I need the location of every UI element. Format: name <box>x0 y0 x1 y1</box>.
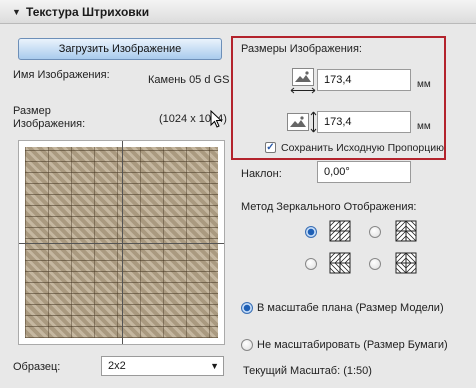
mirror-none-icon <box>329 220 351 242</box>
mirror-horizontal-icon <box>395 220 417 242</box>
mirror-vertical-icon <box>329 252 351 274</box>
image-name-label: Имя Изображения: <box>13 69 110 81</box>
image-width-input[interactable]: 173,4 <box>317 69 411 91</box>
sample-select-value: 2x2 <box>108 360 126 372</box>
image-height-icon <box>287 113 309 131</box>
mirror-both-icon <box>395 252 417 274</box>
scale-paper-label: Не масштабировать (Размер Бумаги) <box>257 339 448 351</box>
current-scale-label: Текущий Масштаб: (1:50) <box>243 365 372 377</box>
mirror-horizontal-radio[interactable] <box>369 226 381 238</box>
image-width-icon <box>292 68 314 86</box>
panel-title: Текстура Штриховки <box>26 5 150 19</box>
dropdown-arrow-icon: ▼ <box>210 361 219 371</box>
keep-ratio-label: Сохранить Исходную Пропорцию <box>281 142 444 154</box>
image-size-label-line2: Изображения: <box>13 118 86 130</box>
scale-model-radio[interactable] <box>241 302 253 314</box>
mirror-none-radio[interactable] <box>305 226 317 238</box>
scale-model-label: В масштабе плана (Размер Модели) <box>257 302 444 314</box>
keep-ratio-checkbox[interactable]: ✓ <box>265 142 276 153</box>
panel-header[interactable]: ▼ Текстура Штриховки <box>0 0 476 24</box>
width-arrow-icon <box>290 87 316 94</box>
rotation-input[interactable]: 0,00° <box>317 161 411 183</box>
scale-paper-radio[interactable] <box>241 339 253 351</box>
sample-label: Образец: <box>13 361 61 373</box>
preview-horizontal-axis <box>19 243 224 244</box>
width-unit: мм <box>417 79 431 90</box>
image-name-value: Камень 05 d GS <box>148 74 230 86</box>
texture-preview <box>18 140 225 345</box>
height-unit: мм <box>417 121 431 132</box>
image-height-input[interactable]: 173,4 <box>317 111 411 133</box>
mirror-label: Метод Зеркального Отображения: <box>241 201 417 213</box>
image-sizes-title: Размеры Изображения: <box>241 43 362 55</box>
mirror-both-radio[interactable] <box>369 258 381 270</box>
sample-select[interactable]: 2x2 ▼ <box>101 356 224 376</box>
rotation-label: Наклон: <box>241 168 282 180</box>
image-size-label-line1: Размер <box>13 105 51 117</box>
mirror-vertical-radio[interactable] <box>305 258 317 270</box>
collapse-triangle-icon[interactable]: ▼ <box>12 7 21 17</box>
mouse-cursor-icon <box>210 110 222 128</box>
load-image-button[interactable]: Загрузить Изображение <box>18 38 222 60</box>
height-arrow-icon <box>310 111 317 133</box>
